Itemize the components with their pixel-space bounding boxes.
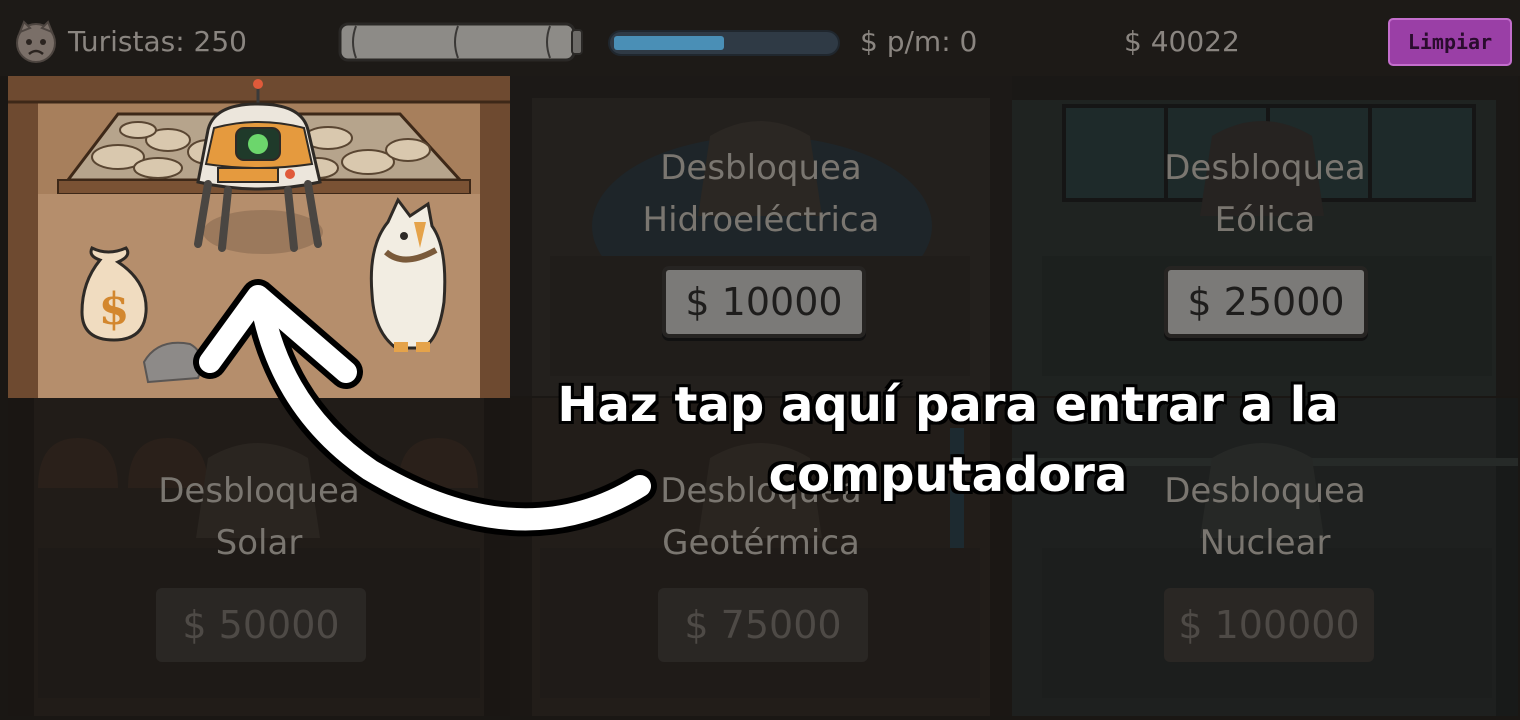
unlock-label: Desbloquea <box>158 471 360 511</box>
unlock-geothermal-button[interactable]: $ 75000 <box>658 588 868 662</box>
wind-room[interactable]: Desbloquea Eólica $ 25000 <box>1012 76 1518 396</box>
hydro-room[interactable]: Desbloquea Hidroeléctrica $ 10000 <box>510 76 1012 396</box>
room-name: Eólica <box>1214 200 1316 240</box>
room-name: Geotérmica <box>662 523 860 563</box>
unlock-hydro-button[interactable]: $ 10000 <box>662 266 866 338</box>
room-name: Hidroeléctrica <box>642 200 880 240</box>
energy-pipe-gauge <box>338 22 583 62</box>
progress-fill <box>614 36 724 50</box>
computer-room-art: $ <box>8 72 510 398</box>
unlock-solar-button[interactable]: $ 50000 <box>156 588 366 662</box>
tutorial-instruction: Haz tap aquí para entrar a la computador… <box>557 377 1339 503</box>
unlock-nuclear-button[interactable]: $ 100000 <box>1164 588 1374 662</box>
solar-room[interactable]: Desbloquea Solar $ 50000 <box>8 398 510 716</box>
unlock-wind-button[interactable]: $ 25000 <box>1164 266 1368 338</box>
room-name: Nuclear <box>1199 523 1331 563</box>
sad-face-icon <box>16 20 56 63</box>
computer-room[interactable]: $ <box>8 72 510 398</box>
unlock-label: Desbloquea <box>1164 148 1366 188</box>
top-hud-bar: Turistas: 250 $ p/m: 0 $ 40022 Limpiar <box>0 0 1520 76</box>
game-screen: Turistas: 250 $ p/m: 0 $ 40022 Limpiar $… <box>0 0 1520 720</box>
clear-button[interactable]: Limpiar <box>1388 18 1512 66</box>
room-name: Solar <box>215 523 303 563</box>
progress-bar <box>608 30 840 56</box>
svg-text:$: $ <box>99 284 130 335</box>
money-per-minute: $ p/m: 0 <box>860 25 978 58</box>
money-balance: $ 40022 <box>1124 25 1240 58</box>
unlock-label: Desbloquea <box>660 148 862 188</box>
tourists-counter: Turistas: 250 <box>68 25 247 58</box>
